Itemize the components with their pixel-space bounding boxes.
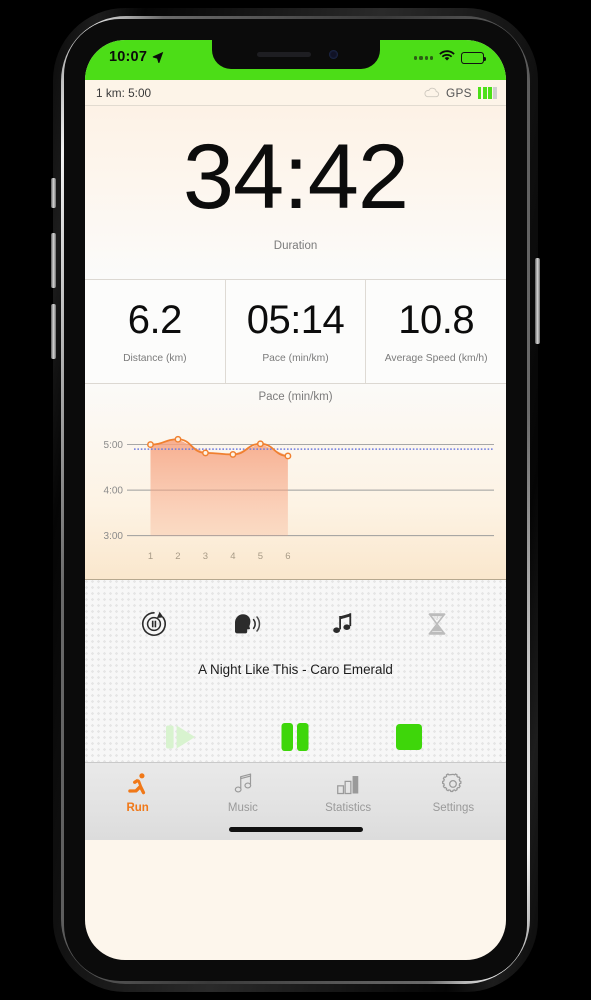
duration-panel: 34:42 Duration — [85, 106, 506, 280]
target-pace-label: 1 km: 5:00 — [96, 85, 152, 100]
svg-text:4: 4 — [230, 551, 235, 562]
cellular-dots-icon — [414, 56, 433, 60]
gps-status-group: GPS — [423, 86, 497, 100]
status-bar: 10:07 — [85, 40, 506, 80]
power-button[interactable] — [535, 258, 540, 344]
average-speed-value: 10.8 — [398, 297, 475, 342]
controls-area: 3 A Night Like This - Caro Emerald Run M… — [85, 580, 506, 840]
svg-text:3: 3 — [435, 615, 438, 621]
tab-statistics[interactable]: Statistics — [296, 771, 401, 814]
music-note-icon[interactable] — [326, 607, 360, 641]
auto-pause-icon[interactable] — [137, 607, 171, 641]
svg-text:1: 1 — [148, 551, 153, 562]
stat-cell-average-speed: 10.8 Average Speed (km/h) — [366, 280, 506, 383]
stat-cell-pace: 05:14 Pace (min/km) — [226, 280, 367, 383]
hourglass-timer-icon[interactable]: 3 — [420, 607, 454, 641]
svg-text:3: 3 — [203, 551, 208, 562]
running-person-icon — [124, 771, 152, 798]
gps-signal-bars-icon — [477, 86, 497, 99]
tab-music-label: Music — [227, 802, 258, 814]
svg-text:2: 2 — [175, 551, 180, 562]
front-camera — [329, 50, 338, 59]
svg-text:3:00: 3:00 — [104, 531, 124, 542]
tab-statistics-label: Statistics — [325, 802, 372, 814]
music-notes-icon — [229, 771, 257, 798]
sub-header-bar: 1 km: 5:00 GPS — [85, 80, 506, 106]
cloud-icon — [423, 87, 440, 98]
stat-cell-distance: 6.2 Distance (km) — [85, 280, 226, 383]
notch — [211, 40, 380, 69]
svg-text:6: 6 — [285, 551, 290, 562]
pace-label: Pace (min/km) — [262, 352, 329, 364]
status-bar-time: 10:07 — [109, 49, 148, 65]
phone-screen: 10:07 1 km: 5:00 GPS 34:42 Duration 6.2 … — [85, 40, 506, 960]
location-arrow-icon — [152, 51, 164, 64]
tab-run[interactable]: Run — [85, 771, 190, 814]
volume-up-button[interactable] — [51, 233, 56, 288]
status-bar-indicators — [414, 49, 487, 66]
feature-icon-row: 3 — [85, 580, 506, 652]
svg-text:5: 5 — [258, 551, 263, 562]
voice-feedback-icon[interactable] — [231, 607, 265, 641]
song-title: A Night Like This - Caro Emerald — [198, 662, 393, 677]
battery-full-icon — [461, 52, 487, 64]
tab-settings[interactable]: Settings — [401, 771, 506, 814]
home-indicator[interactable] — [228, 827, 363, 832]
duration-value: 34:42 — [182, 125, 409, 228]
duration-label: Duration — [273, 240, 318, 253]
bar-chart-icon — [334, 771, 362, 798]
distance-value: 6.2 — [127, 297, 183, 342]
tab-music[interactable]: Music — [190, 771, 295, 814]
svg-text:5:00: 5:00 — [104, 440, 124, 451]
gear-icon — [439, 771, 467, 798]
distance-label: Distance (km) — [123, 352, 187, 364]
pace-chart-svg: 5:00 4:00 3:00 1 2 3 4 5 6 — [104, 435, 494, 562]
resume-button[interactable] — [152, 707, 212, 767]
transport-row — [85, 677, 506, 767]
pause-button[interactable] — [265, 707, 325, 767]
wifi-icon — [439, 50, 455, 66]
tab-settings-label: Settings — [432, 802, 475, 814]
status-bar-time-group: 10:07 — [109, 49, 164, 65]
stop-button[interactable] — [379, 707, 439, 767]
phone-frame: 10:07 1 km: 5:00 GPS 34:42 Duration 6.2 … — [51, 8, 540, 992]
stats-row: 6.2 Distance (km) 05:14 Pace (min/km) 10… — [85, 280, 506, 384]
gps-label: GPS — [446, 85, 472, 100]
volume-down-button[interactable] — [51, 304, 56, 359]
silent-switch[interactable] — [51, 178, 56, 208]
svg-text:4:00: 4:00 — [104, 486, 124, 497]
pace-chart-panel[interactable]: Pace (min/km) 5:00 4:00 3:00 1 2 3 4 5 6 — [85, 384, 506, 580]
tab-run-label: Run — [126, 802, 149, 814]
pace-value: 05:14 — [246, 297, 345, 342]
average-speed-label: Average Speed (km/h) — [384, 352, 488, 364]
earpiece-speaker — [257, 52, 311, 57]
